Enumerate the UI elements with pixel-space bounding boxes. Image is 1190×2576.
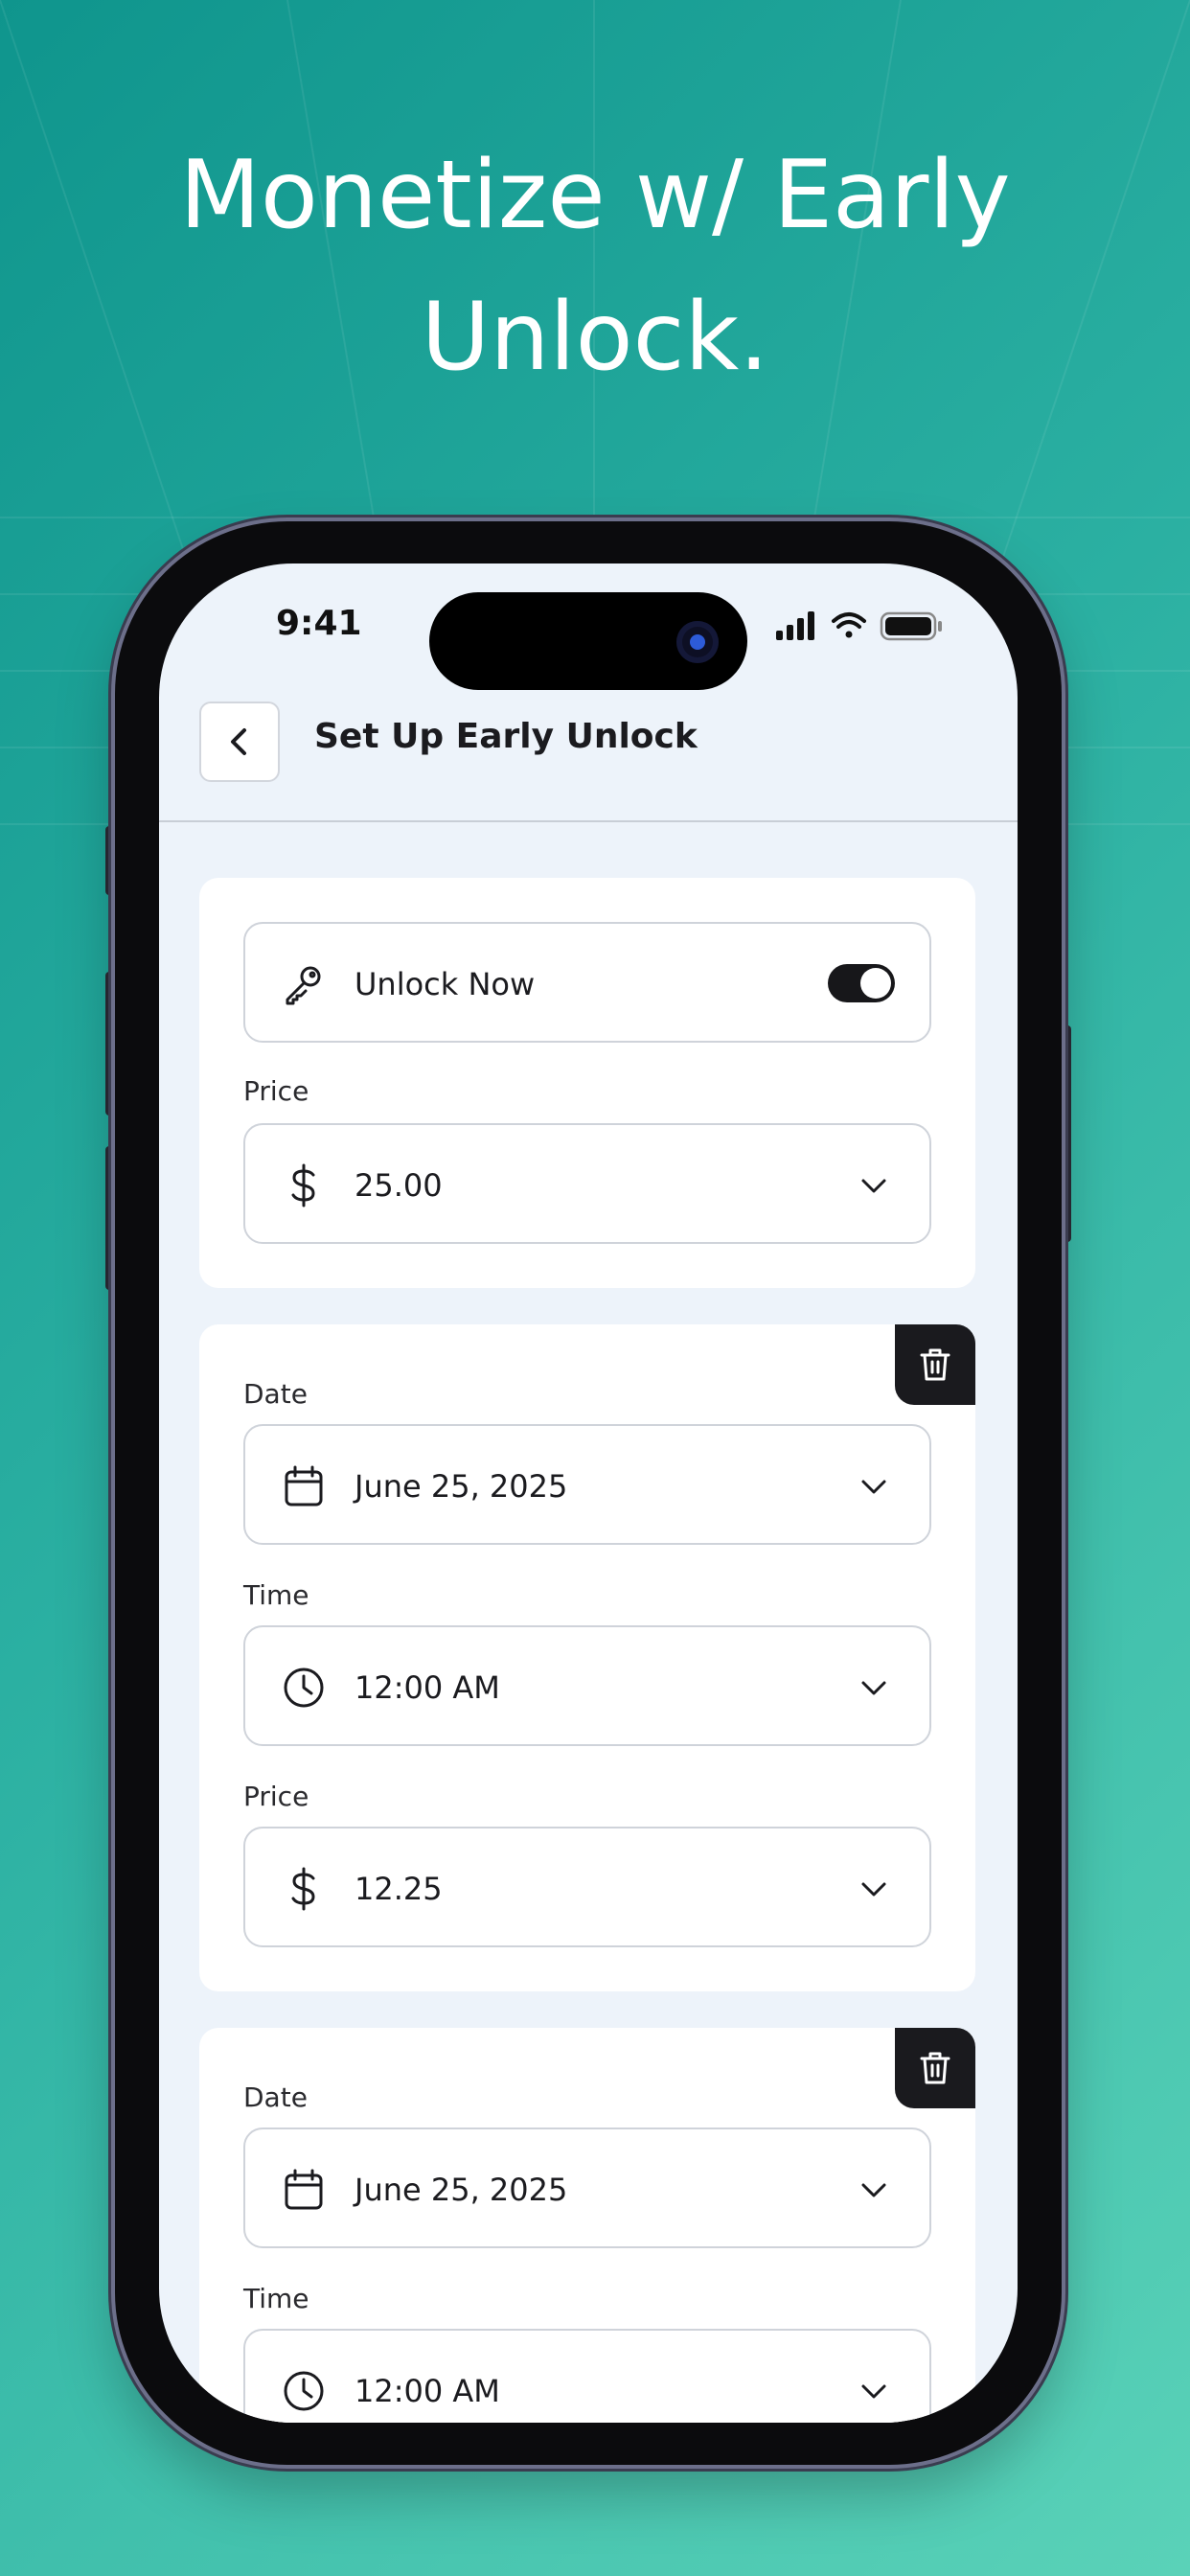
- page-title: Set Up Early Unlock: [314, 717, 698, 756]
- status-time: 9:41: [276, 604, 362, 643]
- phone-frame: 9:41 Set Up Early Unlock Unlock Now Pric…: [115, 521, 1062, 2465]
- date-value: June 25, 2025: [355, 2172, 568, 2208]
- chevron-down-icon: [861, 1681, 886, 1695]
- time-dropdown[interactable]: 12:00 AM: [243, 2329, 931, 2423]
- chevron-down-icon: [861, 2384, 886, 2399]
- unlock-now-toggle[interactable]: [828, 964, 895, 1002]
- time-value: 12:00 AM: [355, 1669, 500, 1706]
- price-dropdown[interactable]: 12.25: [243, 1827, 931, 1947]
- headline-line-2: Unlock.: [421, 283, 769, 392]
- headline: Monetize w/ Early Unlock.: [0, 125, 1190, 408]
- date-dropdown[interactable]: June 25, 2025: [243, 2128, 931, 2248]
- trash-icon: [920, 2052, 950, 2084]
- time-value: 12:00 AM: [355, 2373, 500, 2409]
- clock-icon: [284, 1668, 324, 1708]
- toggle-knob: [860, 968, 891, 999]
- trash-icon: [920, 1348, 950, 1381]
- clock-icon: [284, 2371, 324, 2411]
- calendar-icon: [285, 1465, 323, 1506]
- unlock-now-card: Unlock Now Price 25.00: [199, 878, 975, 1288]
- chevron-down-icon: [861, 1882, 886, 1897]
- time-label: Time: [243, 1579, 309, 1611]
- delete-schedule-button[interactable]: [895, 2028, 975, 2108]
- chevron-down-icon: [861, 1480, 886, 1494]
- chevron-down-icon: [861, 1179, 886, 1193]
- battery-icon: [880, 611, 942, 641]
- status-icons: [776, 611, 942, 641]
- top-bar: Set Up Early Unlock: [159, 698, 1018, 822]
- time-label: Time: [243, 2283, 309, 2314]
- chevron-down-icon: [861, 2183, 886, 2197]
- dollar-icon: [291, 1163, 315, 1208]
- date-value: June 25, 2025: [355, 1468, 568, 1505]
- price-label: Price: [243, 1075, 309, 1107]
- signal-icon: [776, 611, 814, 640]
- price-label: Price: [243, 1781, 309, 1812]
- chevron-left-icon: [231, 728, 246, 755]
- time-dropdown[interactable]: 12:00 AM: [243, 1625, 931, 1746]
- date-label: Date: [243, 1378, 308, 1410]
- price-dropdown[interactable]: 25.00: [243, 1123, 931, 1244]
- price-value: 25.00: [355, 1167, 443, 1204]
- price-value: 12.25: [355, 1871, 443, 1907]
- dynamic-island: [429, 592, 747, 690]
- dollar-icon: [291, 1867, 315, 1911]
- unlock-now-label: Unlock Now: [355, 966, 536, 1002]
- back-button[interactable]: [199, 702, 280, 782]
- date-label: Date: [243, 2082, 308, 2113]
- schedule-card: Date June 25, 2025 Time: [199, 1324, 975, 1991]
- headline-line-1: Monetize w/ Early: [179, 141, 1011, 250]
- unlock-now-row[interactable]: Unlock Now: [243, 922, 931, 1043]
- key-icon: [286, 966, 321, 1005]
- camera-icon: [676, 621, 719, 663]
- wifi-icon: [832, 612, 866, 638]
- calendar-icon: [285, 2169, 323, 2210]
- date-dropdown[interactable]: June 25, 2025: [243, 1424, 931, 1545]
- schedule-card: Date June 25, 2025 Time: [199, 2028, 975, 2423]
- delete-schedule-button[interactable]: [895, 1324, 975, 1405]
- phone-screen: 9:41 Set Up Early Unlock Unlock Now Pric…: [159, 564, 1018, 2423]
